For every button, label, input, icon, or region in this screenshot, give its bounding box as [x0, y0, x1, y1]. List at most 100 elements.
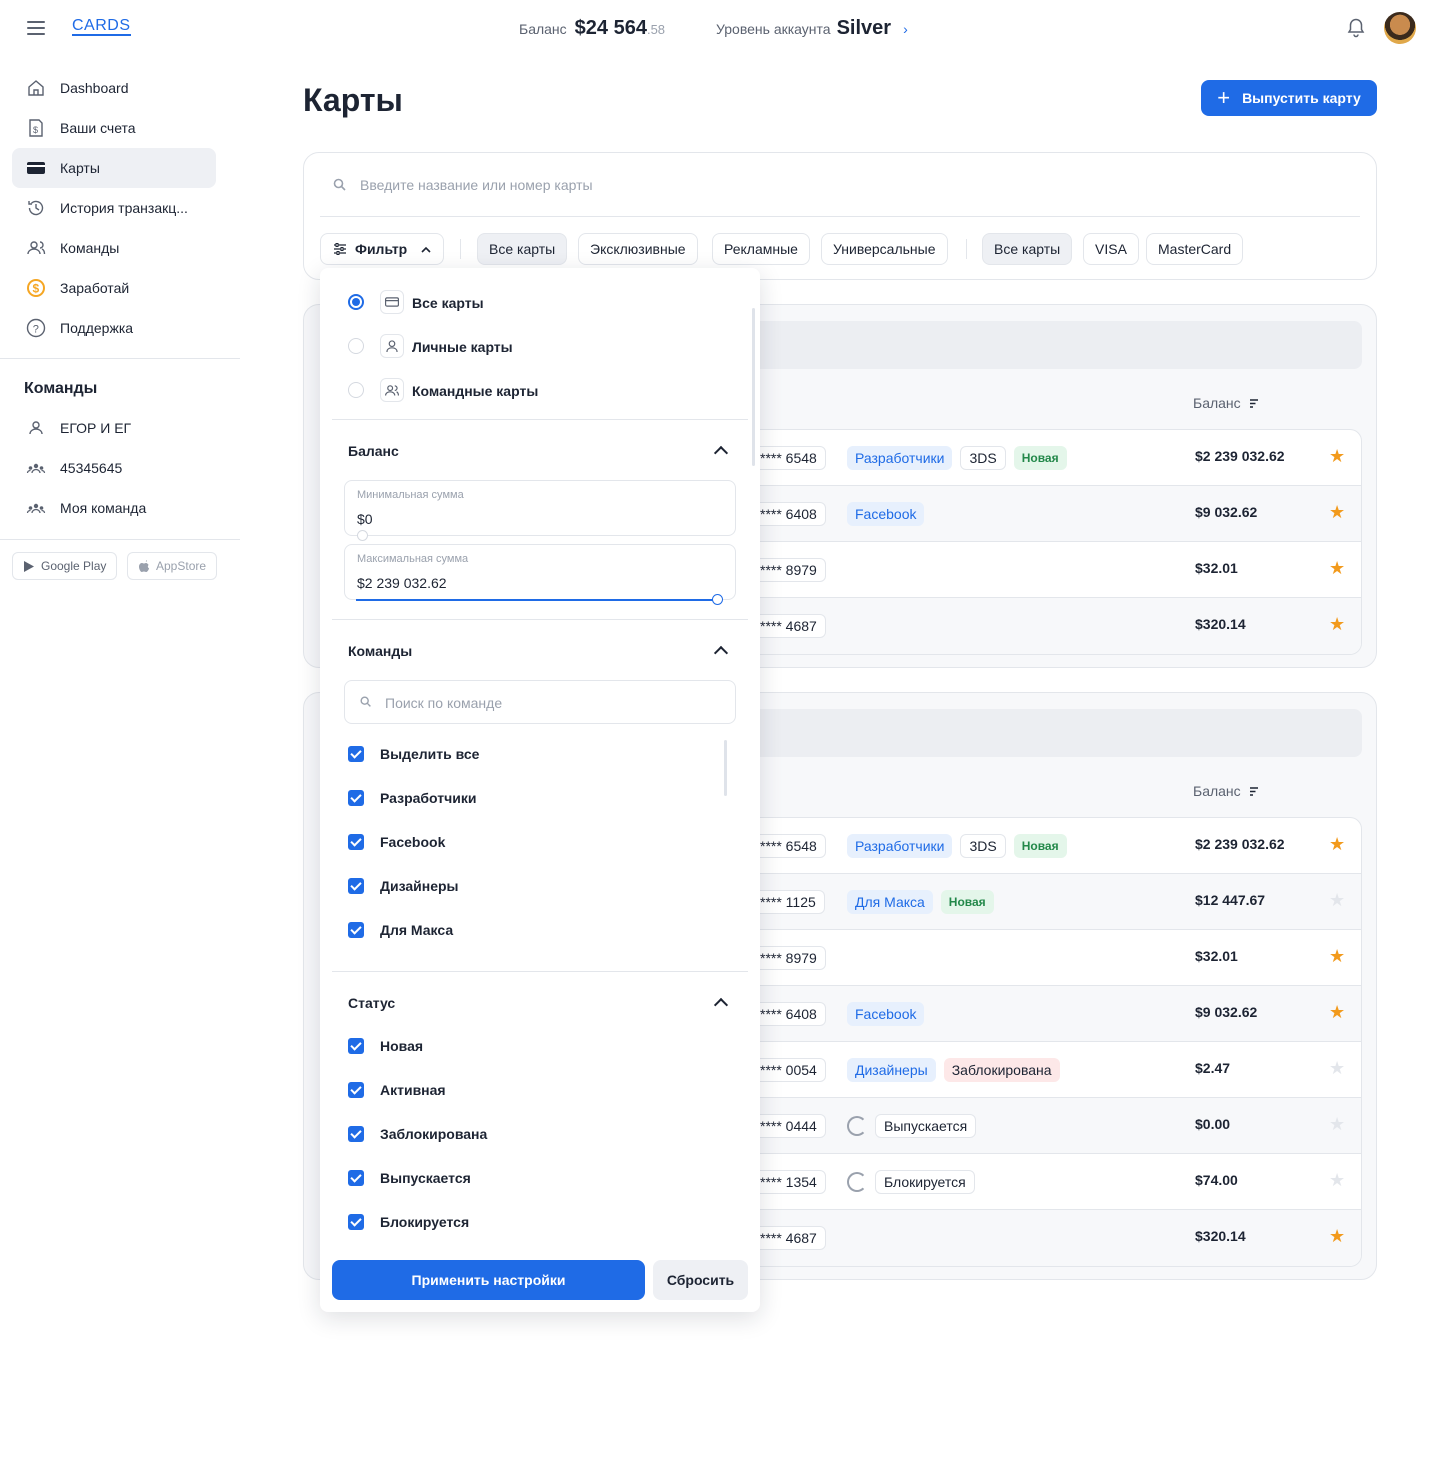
max-amount-field[interactable]: Максимальная сумма $2 239 032.62	[344, 544, 736, 600]
star-icon[interactable]: ★	[1329, 890, 1345, 911]
chip-type-advertising[interactable]: Рекламные	[712, 233, 810, 265]
min-amount-field[interactable]: Минимальная сумма $0	[344, 480, 736, 536]
balance-column-header[interactable]: Баланс	[1193, 783, 1259, 799]
card-icon	[27, 162, 45, 174]
sidebar-item-cards[interactable]: Карты	[12, 148, 216, 188]
checkbox-team[interactable]	[348, 834, 364, 850]
checkbox-team[interactable]	[348, 922, 364, 938]
radio-team-cards[interactable]	[348, 382, 364, 398]
team-badge[interactable]: Для Макса	[847, 890, 933, 914]
menu-icon[interactable]	[27, 21, 45, 35]
account-level-label: Уровень аккаунта	[716, 21, 831, 37]
status-badge: Заблокирована	[943, 1058, 1060, 1082]
chip-type-all[interactable]: Все карты	[477, 233, 568, 265]
sidebar-team-egor[interactable]: ЕГОР И ЕГ	[12, 408, 216, 448]
card-balance: $2 239 032.62	[1195, 448, 1285, 464]
star-icon[interactable]: ★	[1329, 614, 1345, 635]
chevron-up-icon[interactable]	[713, 445, 729, 461]
star-icon[interactable]: ★	[1329, 446, 1345, 467]
radio-all-cards[interactable]	[348, 294, 364, 310]
account-level[interactable]: Уровень аккаунта Silver ›	[716, 17, 908, 40]
checkbox-status[interactable]	[348, 1170, 364, 1186]
balance-column-header[interactable]: Баланс	[1193, 395, 1259, 411]
checkbox-team[interactable]	[348, 878, 364, 894]
bell-icon[interactable]	[1347, 18, 1365, 38]
google-play-button[interactable]: Google Play	[12, 552, 118, 580]
chip-type-universal[interactable]: Универсальные	[821, 233, 948, 265]
page-title: Карты	[303, 82, 403, 118]
card-number: **** 4687	[751, 614, 826, 638]
chevron-up-icon[interactable]	[713, 997, 729, 1013]
chevron-up-icon[interactable]	[713, 645, 729, 661]
star-icon[interactable]: ★	[1329, 558, 1345, 579]
star-icon[interactable]: ★	[1329, 1058, 1345, 1079]
star-icon[interactable]: ★	[1329, 1170, 1345, 1191]
card-search[interactable]: Введите название или номер карты	[320, 153, 1360, 217]
sidebar-item-accounts[interactable]: $ Ваши счета	[12, 108, 216, 148]
document-dollar-icon: $	[29, 119, 43, 137]
sidebar-team-45345645[interactable]: 45345645	[12, 448, 216, 488]
radio-personal-cards[interactable]	[348, 338, 364, 354]
avatar[interactable]	[1384, 12, 1416, 44]
sidebar-item-label: Команды	[60, 240, 120, 256]
star-icon[interactable]: ★	[1329, 1002, 1345, 1023]
status-badge: Новая	[1013, 834, 1067, 858]
sidebar-item-dashboard[interactable]: Dashboard	[12, 68, 216, 108]
sidebar-team-my-team[interactable]: Моя команда	[12, 488, 216, 528]
app-logo[interactable]: CARDS	[72, 17, 131, 36]
star-icon[interactable]: ★	[1329, 502, 1345, 523]
star-icon[interactable]: ★	[1329, 1114, 1345, 1135]
panel-divider	[332, 619, 748, 620]
chip-brand-visa[interactable]: VISA	[1083, 233, 1139, 265]
sidebar-item-earn[interactable]: $ Заработай	[12, 268, 216, 308]
min-slider-handle[interactable]	[357, 530, 368, 541]
chip-brand-mastercard[interactable]: MasterCard	[1146, 233, 1244, 265]
checkbox-status[interactable]	[348, 1126, 364, 1142]
sidebar-item-teams[interactable]: Команды	[12, 228, 216, 268]
team-badge[interactable]: Facebook	[847, 1002, 925, 1026]
checkbox-label: Активная	[380, 1082, 446, 1098]
card-badge: Выпускается	[875, 1114, 977, 1138]
apply-settings-button[interactable]: Применить настройки	[332, 1260, 645, 1300]
checkbox-team[interactable]	[348, 790, 364, 806]
balance-cents: .58	[646, 22, 666, 37]
issue-card-button[interactable]: + Выпустить карту	[1201, 80, 1377, 116]
account-level-value: Silver	[836, 17, 892, 39]
min-amount-value: $0	[357, 511, 373, 527]
team-badge[interactable]: Разработчики	[847, 446, 953, 470]
star-icon[interactable]: ★	[1329, 946, 1345, 967]
team-search-input[interactable]: Поиск по команде	[344, 680, 736, 724]
panel-scrollbar[interactable]	[752, 308, 755, 466]
sidebar-item-history[interactable]: История транзакц...	[12, 188, 216, 228]
home-icon	[28, 80, 44, 96]
checkbox-label: Дизайнеры	[380, 878, 459, 894]
filter-button-label: Фильтр	[355, 241, 408, 257]
card-tags: Для Макса Новая	[847, 890, 994, 914]
card-balance: $74.00	[1195, 1172, 1238, 1188]
group-icon	[26, 463, 46, 474]
status-badge: Новая	[1013, 446, 1067, 470]
checkbox-status[interactable]	[348, 1038, 364, 1054]
sidebar-item-support[interactable]: ? Поддержка	[12, 308, 216, 348]
team-badge[interactable]: Facebook	[847, 502, 925, 526]
star-icon[interactable]: ★	[1329, 1226, 1345, 1247]
checkbox-select-all[interactable]	[348, 746, 364, 762]
star-icon[interactable]: ★	[1329, 834, 1345, 855]
user-icon	[380, 334, 404, 358]
checkbox-status[interactable]	[348, 1214, 364, 1230]
appstore-label: AppStore	[156, 559, 207, 573]
chip-type-exclusive[interactable]: Эксклюзивные	[578, 233, 698, 265]
checkbox-status[interactable]	[348, 1082, 364, 1098]
history-icon	[28, 200, 44, 216]
filter-button[interactable]: Фильтр	[320, 233, 444, 265]
max-slider-handle[interactable]	[712, 594, 723, 605]
chip-brand-all[interactable]: Все карты	[982, 233, 1073, 265]
balance-range-slider[interactable]	[356, 599, 718, 601]
sidebar-item-label: Карты	[60, 160, 100, 176]
teams-scrollbar[interactable]	[724, 740, 727, 796]
reset-button[interactable]: Сбросить	[653, 1260, 748, 1300]
coin-icon: $	[27, 279, 45, 297]
team-badge[interactable]: Разработчики	[847, 834, 953, 858]
appstore-button[interactable]: AppStore	[127, 552, 218, 580]
team-badge[interactable]: Дизайнеры	[847, 1058, 936, 1082]
